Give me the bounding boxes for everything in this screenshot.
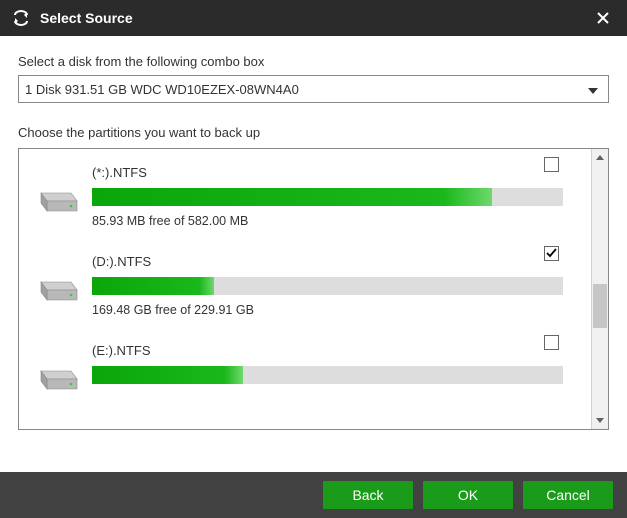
scroll-down-button[interactable]: [592, 412, 608, 429]
app-logo-icon: [12, 9, 30, 27]
disk-combobox[interactable]: 1 Disk 931.51 GB WDC WD10EZEX-08WN4A0: [18, 75, 609, 103]
scroll-thumb[interactable]: [593, 284, 607, 328]
titlebar: Select Source: [0, 0, 627, 36]
close-button[interactable]: [589, 4, 617, 32]
partition-free-text: 85.93 MB free of 582.00 MB: [92, 214, 563, 228]
scroll-track[interactable]: [592, 166, 608, 412]
partition-checkbox[interactable]: [544, 335, 559, 350]
partition-select-label: Choose the partitions you want to back u…: [18, 125, 609, 140]
partition-row: (D:).NTFS 169.48 GB free of 229.91 GB: [37, 246, 563, 335]
usage-bar: [92, 366, 563, 384]
partition-free-text: 169.48 GB free of 229.91 GB: [92, 303, 563, 317]
partition-name: (E:).NTFS: [92, 343, 563, 358]
usage-bar: [92, 188, 563, 206]
drive-icon: [37, 254, 92, 309]
partition-list: (*:).NTFS 85.93 MB free of 582.00 MB (D:).…: [18, 148, 609, 430]
disk-select-label: Select a disk from the following combo b…: [18, 54, 609, 69]
partition-checkbox[interactable]: [544, 157, 559, 172]
partition-row: (*:).NTFS 85.93 MB free of 582.00 MB: [37, 157, 563, 246]
usage-bar: [92, 277, 563, 295]
partition-name: (D:).NTFS: [92, 254, 563, 269]
dialog-title: Select Source: [40, 10, 589, 26]
disk-combobox-value: 1 Disk 931.51 GB WDC WD10EZEX-08WN4A0: [25, 82, 584, 97]
partition-row: (E:).NTFS: [37, 335, 563, 416]
scroll-up-button[interactable]: [592, 149, 608, 166]
ok-button[interactable]: OK: [423, 481, 513, 509]
dialog-footer: Back OK Cancel: [0, 472, 627, 518]
cancel-button[interactable]: Cancel: [523, 481, 613, 509]
drive-icon: [37, 343, 92, 398]
partition-name: (*:).NTFS: [92, 165, 563, 180]
partition-checkbox[interactable]: [544, 246, 559, 261]
drive-icon: [37, 165, 92, 220]
back-button[interactable]: Back: [323, 481, 413, 509]
chevron-down-icon: [584, 82, 602, 97]
scrollbar[interactable]: [591, 149, 608, 429]
